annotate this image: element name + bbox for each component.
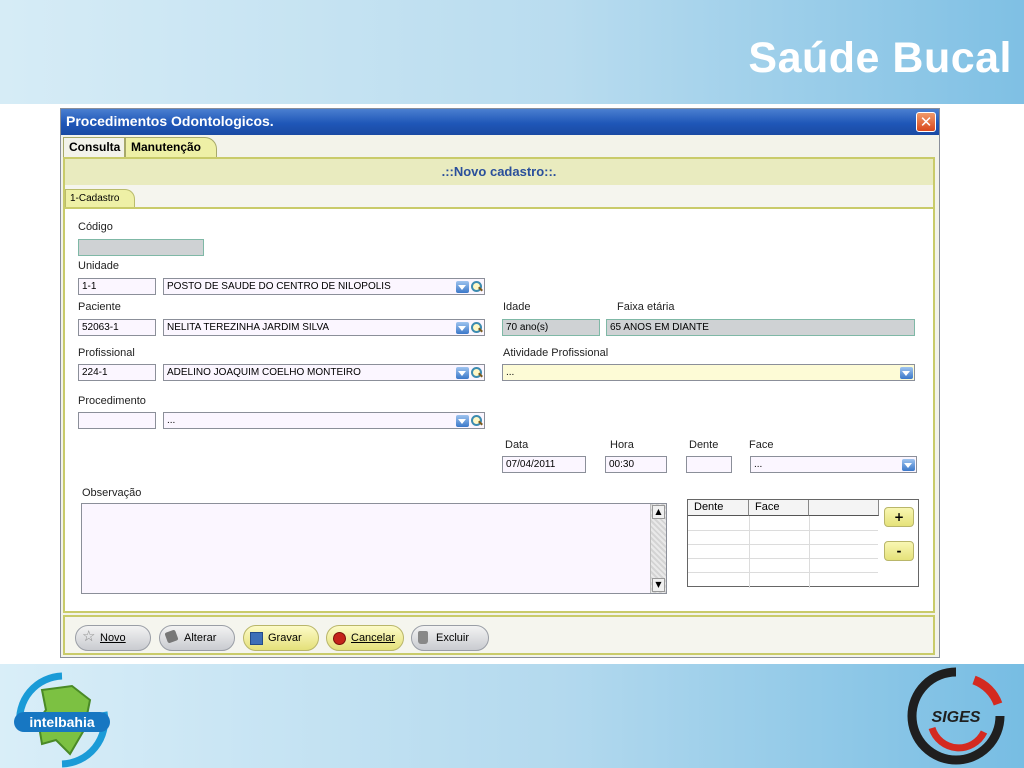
paciente-code-field[interactable]: 52063-1 bbox=[78, 319, 156, 336]
search-icon[interactable] bbox=[470, 321, 483, 334]
search-icon[interactable] bbox=[470, 414, 483, 427]
procedures-window: Procedimentos Odontologicos. ✕ Consulta … bbox=[60, 108, 940, 658]
scroll-down-icon[interactable]: ▼ bbox=[652, 578, 665, 592]
table-row bbox=[688, 572, 878, 573]
atividade-label: Atividade Profissional bbox=[503, 347, 609, 359]
gravar-label: Gravar bbox=[268, 632, 302, 644]
paciente-name-value: NELITA TEREZINHA JARDIM SILVA bbox=[167, 322, 330, 333]
chevron-down-icon[interactable] bbox=[456, 322, 469, 334]
codigo-field bbox=[78, 239, 204, 256]
save-icon bbox=[250, 632, 263, 645]
procedimento-code-field[interactable] bbox=[78, 412, 156, 429]
grid-header-blank bbox=[809, 500, 879, 516]
siges-logo: SIGES bbox=[907, 667, 1005, 765]
atividade-value: ... bbox=[506, 367, 515, 378]
procedimento-name-field[interactable]: ... bbox=[163, 412, 485, 429]
svg-text:intelbahia: intelbahia bbox=[29, 714, 95, 730]
cancelar-label: Cancelar bbox=[351, 632, 396, 644]
profissional-name-value: ADELINO JOAQUIM COELHO MONTEIRO bbox=[167, 367, 361, 378]
gravar-button[interactable]: Gravar bbox=[243, 625, 319, 651]
alterar-label: Alterar bbox=[184, 632, 217, 644]
novo-button[interactable]: ☆ Novo bbox=[75, 625, 151, 651]
scroll-up-icon[interactable]: ▲ bbox=[652, 505, 665, 519]
chevron-down-icon[interactable] bbox=[456, 281, 469, 293]
chevron-down-icon[interactable] bbox=[900, 367, 913, 379]
face-label: Face bbox=[749, 439, 774, 451]
idade-label: Idade bbox=[503, 301, 531, 313]
tab-consulta[interactable]: Consulta bbox=[63, 137, 125, 157]
action-toolbar: ☆ Novo Alterar Gravar Cancelar Excluir bbox=[63, 615, 935, 655]
paciente-name-field[interactable]: NELITA TEREZINHA JARDIM SILVA bbox=[163, 319, 485, 336]
add-row-button[interactable]: + bbox=[884, 507, 914, 527]
idade-field: 70 ano(s) bbox=[502, 319, 600, 336]
atividade-select[interactable]: ... bbox=[502, 364, 915, 381]
remove-row-button[interactable]: - bbox=[884, 541, 914, 561]
grid-divider bbox=[749, 516, 750, 588]
codigo-label: Código bbox=[78, 221, 113, 233]
hora-field[interactable]: 00:30 bbox=[605, 456, 667, 473]
dente-label: Dente bbox=[689, 439, 719, 451]
table-row bbox=[688, 530, 878, 531]
window-titlebar: Procedimentos Odontologicos. ✕ bbox=[61, 109, 939, 135]
panel-header: .::Novo cadastro::. bbox=[65, 159, 933, 185]
edit-icon bbox=[164, 629, 179, 644]
search-icon[interactable] bbox=[470, 366, 483, 379]
main-panel: .::Novo cadastro::. 1-Cadastro Código Un… bbox=[63, 157, 935, 613]
chevron-down-icon[interactable] bbox=[456, 415, 469, 427]
cancel-icon bbox=[333, 632, 346, 645]
alterar-button[interactable]: Alterar bbox=[159, 625, 235, 651]
grid-header-face: Face bbox=[749, 500, 809, 516]
scrollbar[interactable]: ▲ ▼ bbox=[650, 504, 666, 593]
face-select[interactable]: ... bbox=[750, 456, 917, 473]
excluir-button[interactable]: Excluir bbox=[411, 625, 489, 651]
form-area: Código Unidade 1-1 POSTO DE SAUDE DO CEN… bbox=[65, 207, 933, 611]
procedimento-label: Procedimento bbox=[78, 395, 146, 407]
grid-divider bbox=[809, 516, 810, 588]
slide-title: Saúde Bucal bbox=[748, 34, 1012, 82]
unidade-name-field[interactable]: POSTO DE SAUDE DO CENTRO DE NILOPOLIS bbox=[163, 278, 485, 295]
profissional-label: Profissional bbox=[78, 347, 135, 359]
tab-cadastro[interactable]: 1-Cadastro bbox=[65, 189, 135, 207]
hora-label: Hora bbox=[610, 439, 634, 451]
data-field[interactable]: 07/04/2011 bbox=[502, 456, 586, 473]
profissional-code-field[interactable]: 224-1 bbox=[78, 364, 156, 381]
tab-manutencao[interactable]: Manutenção bbox=[125, 137, 217, 157]
search-icon[interactable] bbox=[470, 280, 483, 293]
observacao-label: Observação bbox=[82, 487, 142, 499]
slide-header: Saúde Bucal bbox=[0, 0, 1024, 104]
face-value: ... bbox=[754, 459, 763, 470]
svg-text:SIGES: SIGES bbox=[932, 709, 981, 726]
intelbahia-logo: intelbahia bbox=[14, 672, 110, 768]
observacao-textarea[interactable]: ▲ ▼ bbox=[81, 503, 667, 594]
unidade-label: Unidade bbox=[78, 260, 119, 272]
faixa-etaria-field: 65 ANOS EM DIANTE bbox=[606, 319, 915, 336]
grid-header-dente: Dente bbox=[688, 500, 749, 516]
unidade-code-field[interactable]: 1-1 bbox=[78, 278, 156, 295]
faixa-etaria-label: Faixa etária bbox=[617, 301, 675, 313]
dente-face-table: Dente Face + - bbox=[687, 499, 919, 588]
paciente-label: Paciente bbox=[78, 301, 121, 313]
chevron-down-icon[interactable] bbox=[902, 459, 915, 471]
trash-icon bbox=[418, 631, 428, 644]
table-row bbox=[688, 544, 878, 545]
cancelar-button[interactable]: Cancelar bbox=[326, 625, 404, 651]
unidade-name-value: POSTO DE SAUDE DO CENTRO DE NILOPOLIS bbox=[167, 281, 391, 292]
dente-field[interactable] bbox=[686, 456, 732, 473]
window-title: Procedimentos Odontologicos. bbox=[66, 113, 274, 129]
chevron-down-icon[interactable] bbox=[456, 367, 469, 379]
table-row bbox=[688, 558, 878, 559]
novo-label: Novo bbox=[100, 632, 126, 644]
excluir-label: Excluir bbox=[436, 632, 470, 644]
procedimento-name-value: ... bbox=[167, 415, 176, 426]
data-label: Data bbox=[505, 439, 529, 451]
slide-footer: intelbahia SIGES bbox=[0, 664, 1024, 768]
panel-header-title: .::Novo cadastro::. bbox=[441, 164, 557, 179]
close-icon[interactable]: ✕ bbox=[916, 112, 936, 132]
star-icon: ☆ bbox=[82, 628, 96, 645]
profissional-name-field[interactable]: ADELINO JOAQUIM COELHO MONTEIRO bbox=[163, 364, 485, 381]
